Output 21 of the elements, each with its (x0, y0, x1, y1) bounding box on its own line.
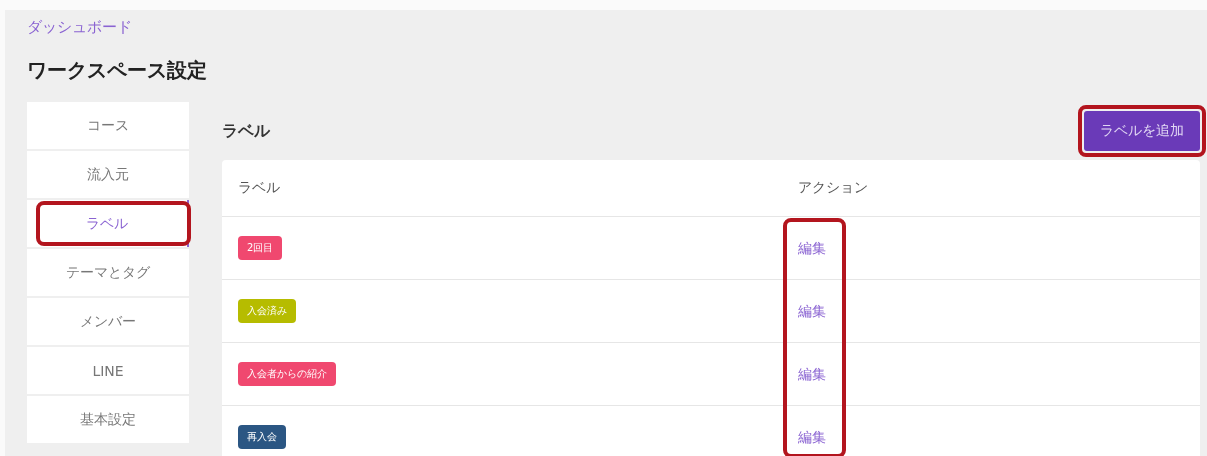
label-tag: 再入会 (238, 425, 286, 449)
sidebar-item[interactable]: ラベル (27, 200, 189, 247)
section-heading: ラベル (222, 120, 270, 142)
edit-link[interactable]: 編集 (798, 366, 826, 382)
label-tag: 入会済み (238, 299, 296, 323)
edit-link[interactable]: 編集 (798, 429, 826, 445)
sidebar-item[interactable]: コース (27, 102, 189, 149)
page-title: ワークスペース設定 (27, 57, 208, 84)
column-header: アクション (797, 179, 869, 197)
add-label-button[interactable]: ラベルを追加 (1084, 111, 1200, 151)
breadcrumb-link[interactable]: ダッシュボード (27, 18, 132, 37)
edit-link[interactable]: 編集 (798, 240, 826, 256)
label-tag: 入会者からの紹介 (238, 362, 336, 386)
sidebar-item[interactable]: LINE (27, 347, 189, 394)
edit-link[interactable]: 編集 (798, 303, 826, 319)
sidebar-item[interactable]: メンバー (27, 298, 189, 345)
sidebar-item[interactable]: 基本設定 (27, 396, 189, 443)
label-tag: 2回目 (238, 236, 283, 260)
sidebar-item[interactable]: 流入元 (27, 151, 189, 198)
sidebar-item[interactable]: テーマとタグ (27, 249, 189, 296)
column-header: ラベル (237, 179, 281, 197)
